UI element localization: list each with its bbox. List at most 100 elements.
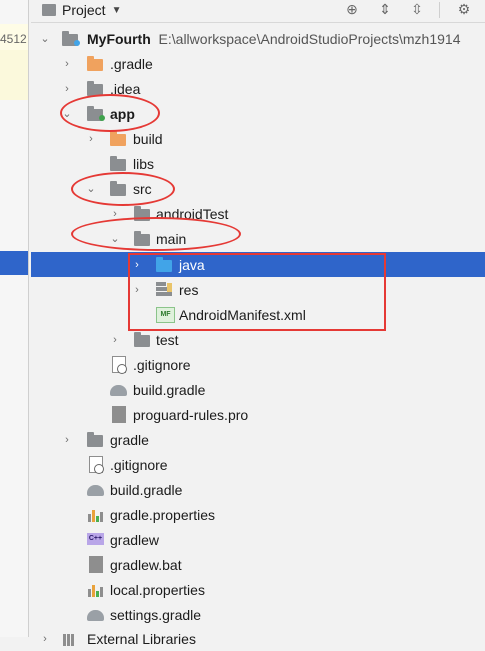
folder-icon (87, 431, 104, 448)
tree-item-app-build-gradle[interactable]: build.gradle (31, 377, 485, 402)
folder-icon (110, 180, 127, 197)
project-name: MyFourth (87, 30, 151, 47)
project-view-icon (42, 4, 56, 16)
tree-label: libs (133, 155, 155, 172)
tree-label: .idea (110, 80, 141, 97)
folder-icon (134, 230, 151, 247)
gradle-elephant-icon (87, 606, 104, 623)
properties-file-icon (87, 506, 104, 523)
properties-file-icon (87, 581, 104, 598)
folder-icon (110, 130, 127, 147)
chevron-down-icon[interactable]: ⌄ (39, 26, 51, 51)
chevron-right-icon[interactable]: › (85, 126, 97, 151)
tree-label: src (133, 180, 152, 197)
tree-item-androidtest[interactable]: › androidTest (31, 201, 485, 226)
tree-item-root-gitignore[interactable]: .gitignore (31, 452, 485, 477)
chevron-down-icon: ▼ (111, 4, 122, 16)
tree-label: External Libraries (87, 630, 196, 647)
tree-label: gradle.properties (110, 506, 216, 523)
chevron-right-icon[interactable]: › (131, 277, 143, 302)
tree-label: gradle (110, 431, 149, 448)
collapse-all-icon[interactable]: ⇳ (407, 0, 427, 18)
tree-item-settings-gradle[interactable]: settings.gradle (31, 602, 485, 627)
folder-icon (110, 155, 127, 172)
chevron-right-icon[interactable]: › (131, 252, 143, 277)
line-number: 4512 (0, 32, 27, 46)
tree-item-src[interactable]: ⌄ src (31, 176, 485, 201)
manifest-file-icon: MF (156, 305, 175, 323)
library-icon (62, 630, 79, 647)
toolbar-divider (439, 2, 440, 18)
tree-label: .gitignore (110, 456, 168, 473)
module-folder-icon (87, 105, 105, 122)
folder-icon (134, 331, 151, 348)
chevron-right-icon[interactable]: › (61, 51, 73, 76)
tree-item-gradlew[interactable]: C++ gradlew (31, 527, 485, 552)
tree-item-test[interactable]: › test (31, 327, 485, 352)
tree-item-main[interactable]: ⌄ main (31, 226, 485, 251)
chevron-right-icon[interactable]: › (109, 327, 121, 352)
tree-item-android-manifest[interactable]: MF AndroidManifest.xml (31, 302, 485, 327)
project-view-selector[interactable]: Project ▼ (42, 0, 121, 20)
tree-item-build[interactable]: › build (31, 126, 485, 151)
tree-label: java (179, 256, 205, 273)
gradle-elephant-icon (110, 381, 127, 398)
chevron-right-icon[interactable]: › (39, 626, 51, 651)
tree-label: gradlew (110, 531, 160, 548)
chevron-right-icon[interactable]: › (61, 76, 73, 101)
folder-icon (134, 205, 151, 222)
tree-label: AndroidManifest.xml (179, 306, 306, 323)
tree-label: res (179, 281, 199, 298)
project-panel: Project ▼ ⊕ ⇕ ⇳ ⚙ ⌄ MyFourth E:\allworks… (31, 0, 485, 647)
text-file-icon (110, 406, 127, 423)
tree-item-app[interactable]: ⌄ app (31, 101, 485, 126)
tree-label: .gradle (110, 55, 153, 72)
tree-label: settings.gradle (110, 606, 202, 623)
tree-label: local.properties (110, 581, 205, 598)
tree-label: build.gradle (133, 381, 206, 398)
tree-item-project-root[interactable]: ⌄ MyFourth E:\allworkspace\AndroidStudio… (31, 26, 485, 51)
tree-label: .gitignore (133, 356, 191, 373)
gear-icon[interactable]: ⚙ (454, 0, 474, 18)
gutter-highlight (0, 50, 28, 100)
tree-item-local-properties[interactable]: local.properties (31, 577, 485, 602)
tree-item-gradle-properties[interactable]: gradle.properties (31, 502, 485, 527)
tree-label: androidTest (156, 205, 229, 222)
gradle-elephant-icon (87, 481, 104, 498)
chevron-down-icon[interactable]: ⌄ (109, 226, 121, 251)
editor-gutter: 4512 (0, 0, 29, 637)
tree-item-gradle[interactable]: › gradle (31, 427, 485, 452)
resource-folder-icon (156, 280, 173, 297)
source-folder-icon (156, 256, 173, 273)
folder-icon (87, 55, 104, 72)
tree-item-idea[interactable]: › .idea (31, 76, 485, 101)
ignore-file-icon (87, 456, 104, 474)
chevron-down-icon[interactable]: ⌄ (61, 101, 73, 126)
expand-all-icon[interactable]: ⇕ (375, 0, 395, 18)
target-icon[interactable]: ⊕ (342, 0, 362, 18)
tree-label: proguard-rules.pro (133, 406, 249, 423)
gutter-selection (0, 251, 28, 275)
ignore-file-icon (110, 356, 127, 374)
project-path: E:\allworkspace\AndroidStudioProjects\mz… (158, 30, 461, 47)
tree-item-gradlew-bat[interactable]: gradlew.bat (31, 552, 485, 577)
tree-item-root-build-gradle[interactable]: build.gradle (31, 477, 485, 502)
tree-item-java[interactable]: › java (31, 252, 485, 277)
tree-item-res[interactable]: › res (31, 277, 485, 302)
tree-item-app-gitignore[interactable]: .gitignore (31, 352, 485, 377)
tree-item-proguard-rules[interactable]: proguard-rules.pro (31, 402, 485, 427)
tree-label: build.gradle (110, 481, 183, 498)
tree-item-libs[interactable]: libs (31, 151, 485, 176)
project-toolbar: Project ▼ ⊕ ⇕ ⇳ ⚙ (31, 0, 485, 23)
shell-script-icon: C++ (87, 530, 104, 547)
tree-label: test (156, 331, 179, 348)
chevron-right-icon[interactable]: › (61, 427, 73, 452)
tree-label: gradlew.bat (110, 556, 182, 573)
tree-item-external-libraries[interactable]: › External Libraries (31, 626, 485, 651)
text-file-icon (87, 556, 104, 573)
project-view-title: Project (62, 2, 106, 18)
tree-item-dot-gradle[interactable]: › .gradle (31, 51, 485, 76)
chevron-down-icon[interactable]: ⌄ (85, 176, 97, 201)
tree-label: main (156, 230, 187, 247)
chevron-right-icon[interactable]: › (109, 201, 121, 226)
